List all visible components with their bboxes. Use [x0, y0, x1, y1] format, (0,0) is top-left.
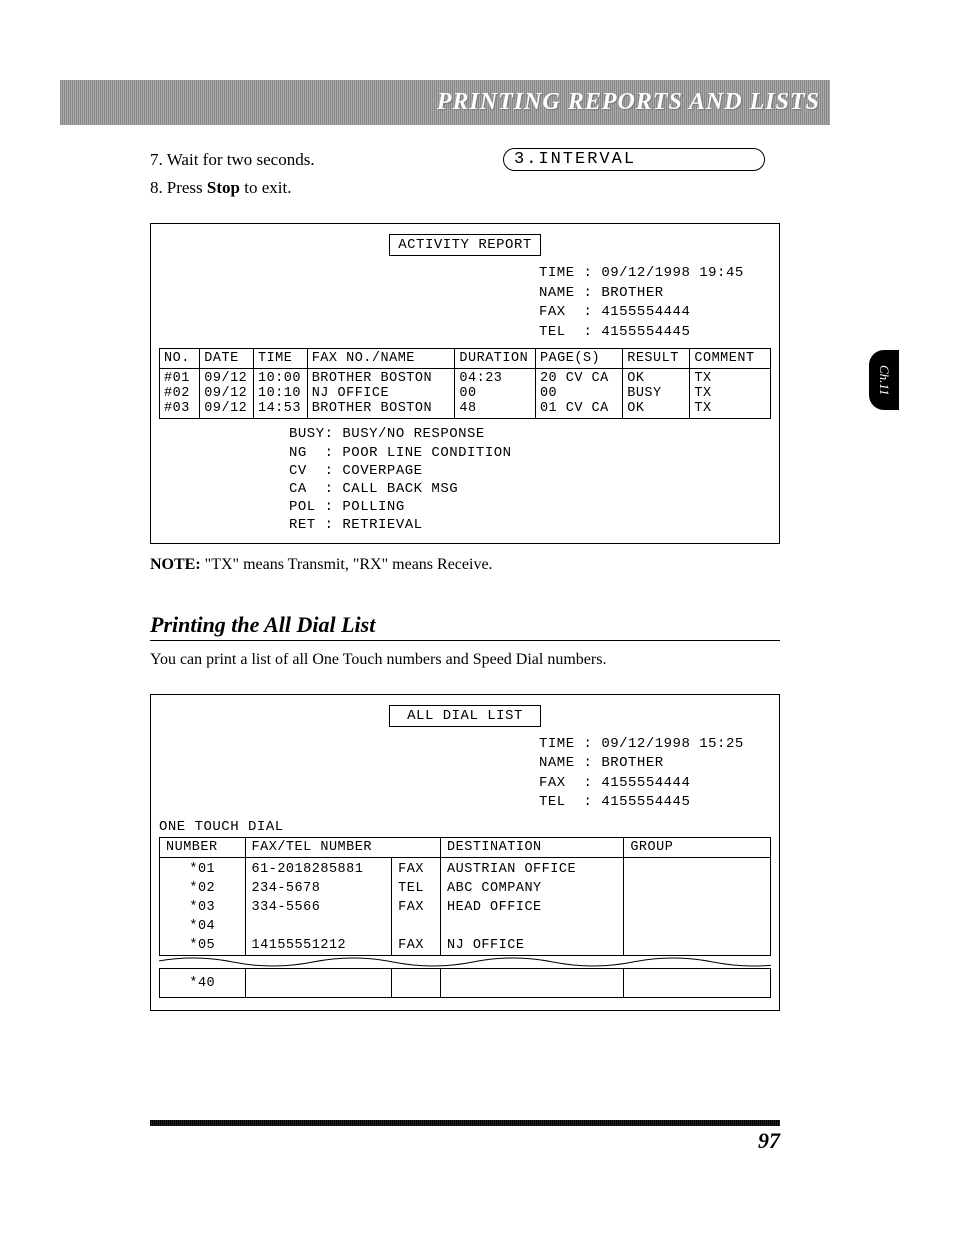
all-dial-list-box: ALL DIAL LIST TIME : 09/12/1998 15:25 NA…: [150, 694, 780, 1011]
chapter-tab: Ch.11: [869, 350, 899, 410]
chapter-header-title: PRINTING REPORTS AND LISTS: [437, 89, 820, 116]
col-duration: DURATION: [455, 349, 536, 369]
section-heading-all-dial: Printing the All Dial List: [150, 612, 780, 641]
all-dial-title: ALL DIAL LIST: [389, 705, 541, 727]
activity-report-table: NO. DATE TIME FAX NO./NAME DURATION PAGE…: [159, 348, 771, 419]
all-dial-table: NUMBER FAX/TEL NUMBER DESTINATION GROUP …: [159, 837, 771, 956]
col-result: RESULT: [623, 349, 690, 369]
section-desc-all-dial: You can print a list of all One Touch nu…: [150, 651, 780, 669]
table-row: *01 61-2018285881 FAX AUSTRIAN OFFICE: [160, 857, 771, 879]
col-no: NO.: [160, 349, 200, 369]
col-pages: PAGE(S): [535, 349, 622, 369]
instruction-step-8: 8.Press Stop to exit.: [150, 178, 780, 198]
col-faxtelnum: FAX/TEL NUMBER: [245, 837, 441, 857]
col-destination: DESTINATION: [441, 837, 624, 857]
col-time: TIME: [253, 349, 307, 369]
col-date: DATE: [200, 349, 254, 369]
chapter-header-band: PRINTING REPORTS AND LISTS: [60, 80, 830, 125]
col-faxname: FAX NO./NAME: [307, 349, 455, 369]
activity-report-legend: BUSY: BUSY/NO RESPONSE NG : POOR LINE CO…: [289, 425, 771, 534]
page-number: 97: [150, 1128, 780, 1154]
one-touch-dial-label: ONE TOUCH DIAL: [159, 819, 771, 835]
all-dial-meta: TIME : 09/12/1998 15:25 NAME : BROTHER F…: [539, 735, 771, 813]
activity-report-box: ACTIVITY REPORT TIME : 09/12/1998 19:45 …: [150, 223, 780, 544]
note-text: NOTE: "TX" means Transmit, "RX" means Re…: [150, 556, 780, 574]
col-number: NUMBER: [160, 837, 246, 857]
footer-rule: [150, 1120, 780, 1126]
col-group: GROUP: [624, 837, 771, 857]
table-row: *02 234-5678 TEL ABC COMPANY: [160, 879, 771, 898]
table-row: *04: [160, 917, 771, 936]
activity-report-meta: TIME : 09/12/1998 19:45 NAME : BROTHER F…: [539, 264, 771, 342]
table-row: *03 334-5566 FAX HEAD OFFICE: [160, 898, 771, 917]
page-footer: 97: [150, 1120, 780, 1154]
col-comment: COMMENT: [690, 349, 771, 369]
all-dial-table-cont: *40: [159, 968, 771, 998]
table-row: *40: [160, 968, 771, 997]
activity-report-title: ACTIVITY REPORT: [389, 234, 541, 256]
lcd-display: 3.INTERVAL: [503, 148, 765, 171]
table-row: *05 14155551212 FAX NJ OFFICE: [160, 936, 771, 956]
torn-edge-icon: [159, 956, 771, 968]
